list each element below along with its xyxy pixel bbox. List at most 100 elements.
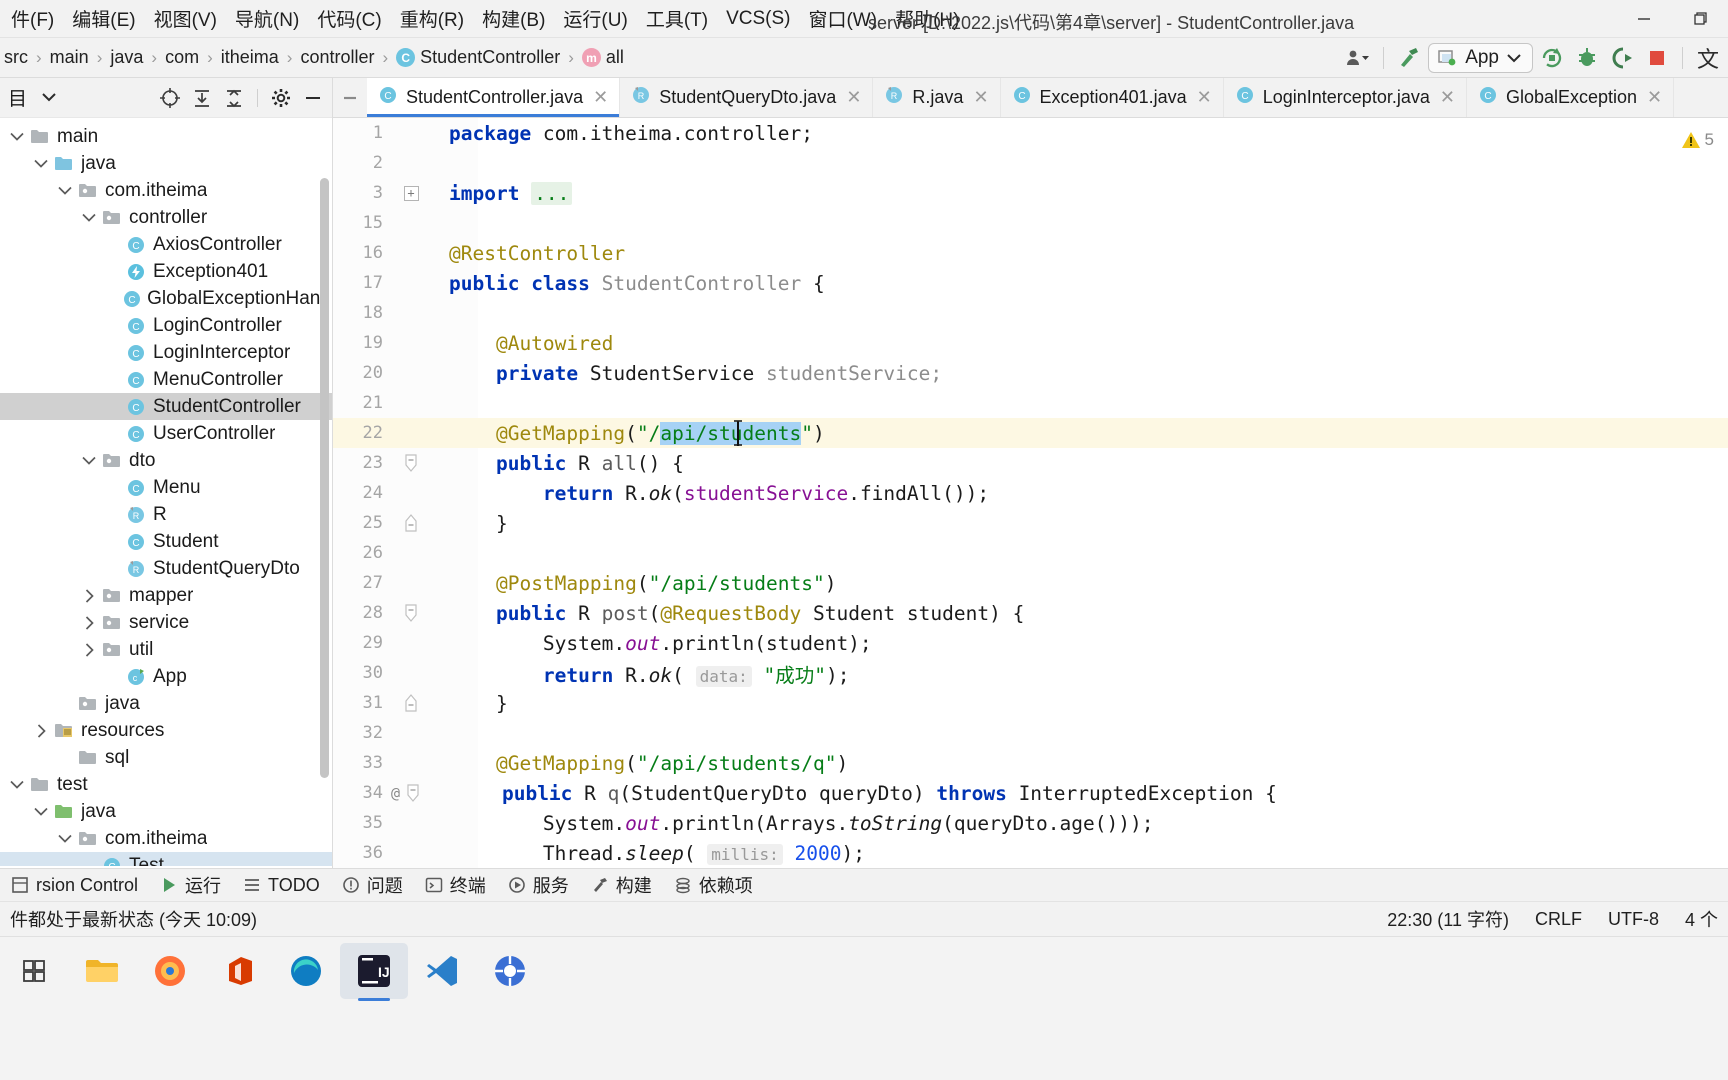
code-line[interactable]: 26 <box>333 538 1728 568</box>
tree-node-java[interactable]: java <box>0 798 332 825</box>
rerun-icon[interactable] <box>1536 42 1568 74</box>
settings-gear-icon[interactable] <box>268 85 294 111</box>
taskbar-item-edge[interactable] <box>272 943 340 999</box>
code-text[interactable]: public R q(StudentQueryDto queryDto) thr… <box>437 782 1277 805</box>
code-text[interactable]: System.out.println(student); <box>431 632 872 655</box>
tool-window-button-服务[interactable]: 服务 <box>499 870 578 900</box>
code-text[interactable]: @GetMapping("/api/students/q") <box>431 752 848 775</box>
code-line[interactable]: 2 <box>333 148 1728 178</box>
sidebar-scrollbar[interactable] <box>320 178 329 778</box>
tree-node-test[interactable]: C Test <box>0 852 332 866</box>
breadcrumb-item-all[interactable]: m all <box>581 47 624 68</box>
close-icon[interactable]: ✕ <box>1440 87 1455 108</box>
tree-node-studentquerydto[interactable]: R StudentQueryDto <box>0 555 332 582</box>
code-line[interactable]: 24 return R.ok(studentService.findAll())… <box>333 478 1728 508</box>
inspection-warning-badge[interactable]: 5 <box>1681 130 1714 150</box>
chevron-right-icon[interactable] <box>78 615 100 630</box>
menu-build[interactable]: 构建(B) <box>473 2 554 35</box>
tree-node-r[interactable]: RR <box>0 501 332 528</box>
code-text[interactable]: } <box>431 692 508 715</box>
code-text[interactable]: Thread.sleep( millis: 2000); <box>431 842 865 865</box>
gutter-marker[interactable]: + <box>391 185 431 201</box>
code-text[interactable]: public R post(@RequestBody Student stude… <box>431 602 1024 625</box>
editor-tab-r[interactable]: R R.java ✕ <box>873 78 1001 117</box>
close-icon[interactable]: ✕ <box>973 87 988 108</box>
code-text[interactable]: System.out.println(Arrays.toString(query… <box>431 812 1154 835</box>
code-line[interactable]: 27 @PostMapping("/api/students") <box>333 568 1728 598</box>
chevron-down-icon[interactable] <box>54 834 76 843</box>
menu-tools[interactable]: 工具(T) <box>637 2 717 35</box>
tree-node-studentcontroller[interactable]: C StudentController <box>0 393 332 420</box>
gutter-marker[interactable] <box>391 603 431 623</box>
code-line[interactable]: 22 @GetMapping("/api/students") <box>333 418 1728 448</box>
tree-node-axioscontroller[interactable]: C AxiosController <box>0 231 332 258</box>
code-line[interactable]: 16 @RestController <box>333 238 1728 268</box>
chevron-right-icon[interactable] <box>78 588 100 603</box>
code-text[interactable]: @GetMapping("/api/students") <box>431 421 825 445</box>
editor-tab-logininterceptor[interactable]: C LoginInterceptor.java ✕ <box>1223 78 1467 117</box>
code-line[interactable]: 23 public R all() { <box>333 448 1728 478</box>
breadcrumb-item-controller[interactable]: controller <box>300 47 374 68</box>
code-line[interactable]: 20 private StudentService studentService… <box>333 358 1728 388</box>
tree-node-java[interactable]: java <box>0 150 332 177</box>
chevron-down-icon[interactable] <box>30 159 52 168</box>
code-text[interactable]: @PostMapping("/api/students") <box>431 572 837 595</box>
close-icon[interactable]: ✕ <box>593 87 608 108</box>
project-view-dropdown-icon[interactable] <box>27 89 67 107</box>
breadcrumb-item-com[interactable]: com <box>165 47 199 68</box>
run-configuration-selector[interactable]: App <box>1428 43 1533 73</box>
menu-run[interactable]: 运行(U) <box>554 2 636 35</box>
chevron-down-icon[interactable] <box>54 186 76 195</box>
tree-node-globalexceptionhandler[interactable]: C GlobalExceptionHandler <box>0 285 332 312</box>
code-line[interactable]: 29 System.out.println(student); <box>333 628 1728 658</box>
close-icon[interactable]: ✕ <box>1647 87 1662 108</box>
tool-window-button-依赖项[interactable]: 依赖项 <box>665 870 762 900</box>
minimize-button[interactable] <box>1616 0 1672 38</box>
collapse-all-icon[interactable] <box>221 85 247 111</box>
tree-node-util[interactable]: util <box>0 636 332 663</box>
project-tree[interactable]: main java com.itheima controller C AxiosContr… <box>0 118 332 866</box>
code-line[interactable]: 28 public R post(@RequestBody Student st… <box>333 598 1728 628</box>
tree-node-dto[interactable]: dto <box>0 447 332 474</box>
tree-node-com-itheima[interactable]: com.itheima <box>0 177 332 204</box>
gutter-marker[interactable]: @ <box>391 783 437 803</box>
menu-code[interactable]: 代码(C) <box>308 2 390 35</box>
tree-node-service[interactable]: service <box>0 609 332 636</box>
menu-view[interactable]: 视图(V) <box>145 2 226 35</box>
tree-node-app[interactable]: c App <box>0 663 332 690</box>
tree-node-java[interactable]: java <box>0 690 332 717</box>
breadcrumb-item-main[interactable]: main <box>50 47 89 68</box>
taskbar-item-firefox[interactable] <box>136 943 204 999</box>
tree-node-test[interactable]: test <box>0 771 332 798</box>
tree-node-mapper[interactable]: mapper <box>0 582 332 609</box>
chevron-right-icon[interactable] <box>78 642 100 657</box>
code-line[interactable]: 35 System.out.println(Arrays.toString(qu… <box>333 808 1728 838</box>
tree-node-menucontroller[interactable]: C MenuController <box>0 366 332 393</box>
code-line[interactable]: 3 + import ... <box>333 178 1728 208</box>
code-content[interactable]: 1 package com.itheima.controller; 2 3 + impor… <box>333 118 1728 868</box>
maximize-button[interactable] <box>1672 0 1728 38</box>
chevron-down-icon[interactable] <box>78 456 100 465</box>
chevron-right-icon[interactable] <box>30 723 52 738</box>
code-text[interactable]: import ... <box>431 181 573 205</box>
tree-node-logininterceptor[interactable]: C LoginInterceptor <box>0 339 332 366</box>
chevron-down-icon[interactable] <box>78 213 100 222</box>
code-line[interactable]: 30 return R.ok( data: "成功"); <box>333 658 1728 688</box>
editor-tab-studentquerydto[interactable]: R StudentQueryDto.java ✕ <box>620 78 874 117</box>
tree-node-logincontroller[interactable]: C LoginController <box>0 312 332 339</box>
user-account-icon[interactable] <box>1342 42 1374 74</box>
tool-window-button-问题[interactable]: 问题 <box>333 870 412 900</box>
tree-node-controller[interactable]: controller <box>0 204 332 231</box>
editor-tab-globalexception[interactable]: C GlobalException ✕ <box>1466 78 1675 117</box>
taskbar-item-vscode[interactable] <box>408 943 476 999</box>
code-line[interactable]: 19 @Autowired <box>333 328 1728 358</box>
taskbar-item-office[interactable] <box>204 943 272 999</box>
stop-icon[interactable] <box>1641 42 1673 74</box>
code-line[interactable]: 15 <box>333 208 1728 238</box>
tool-window-button-构建[interactable]: 构建 <box>582 870 661 900</box>
breadcrumb-item-studentcontroller[interactable]: C StudentController <box>396 47 560 68</box>
code-line[interactable]: 33 @GetMapping("/api/students/q") <box>333 748 1728 778</box>
code-text[interactable]: } <box>431 512 508 535</box>
breadcrumb-item-itheima[interactable]: itheima <box>221 47 279 68</box>
code-text[interactable]: @Autowired <box>431 332 613 355</box>
